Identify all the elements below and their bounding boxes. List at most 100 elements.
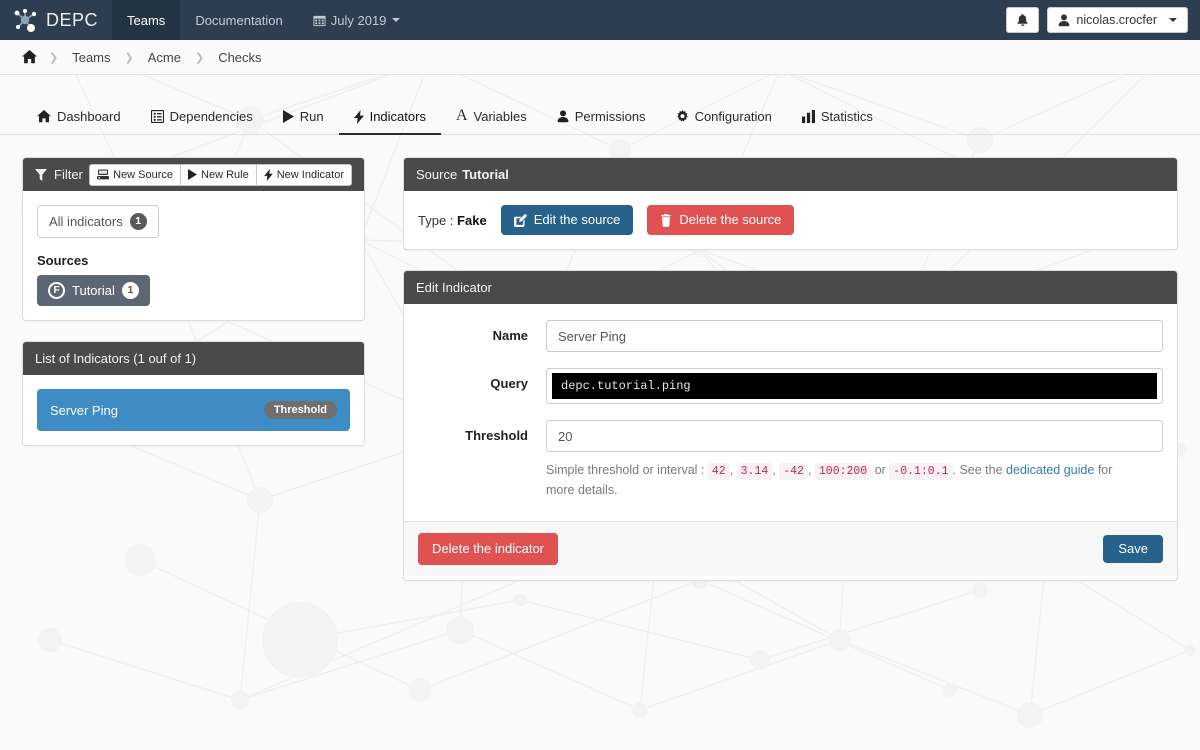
help-example-2: 3.14 (736, 463, 773, 481)
source-panel-header: Source Tutorial (404, 158, 1177, 191)
source-panel-body: Type : Fake Edit the source Delete the s… (404, 191, 1177, 249)
tab-dashboard-label: Dashboard (57, 109, 121, 124)
help-or: or (874, 463, 886, 478)
user-menu-button[interactable]: nicolas.crocfer (1047, 7, 1188, 33)
edit-source-label: Edit the source (533, 212, 621, 227)
source-filter-label: Tutorial (72, 283, 115, 298)
new-source-button[interactable]: New Source (90, 164, 182, 185)
tab-run-label: Run (299, 109, 324, 124)
play-icon (282, 110, 294, 123)
field-row-threshold: Threshold Simple threshold or interval :… (404, 420, 1177, 499)
dedicated-guide-link[interactable]: dedicated guide (1006, 463, 1094, 477)
tab-indicators-label: Indicators (369, 109, 426, 124)
tab-statistics-label: Statistics (820, 109, 873, 124)
source-filter-tutorial[interactable]: F Tutorial 1 (37, 275, 150, 306)
source-type-label: Type : (418, 212, 454, 228)
network-nodes-icon (14, 9, 37, 32)
filter-panel-header: Filter New Source New Rule New Indicator (23, 158, 364, 191)
brand-label: DEPC (46, 9, 99, 30)
home-icon (37, 110, 51, 123)
bolt-icon (263, 168, 273, 181)
query-code-line[interactable]: depc.tutorial.ping (552, 373, 1157, 400)
delete-source-button[interactable]: Delete the source (647, 205, 795, 236)
calendar-icon (313, 15, 326, 26)
fake-source-letter-icon: F (48, 282, 65, 299)
all-indicators-filter[interactable]: All indicators 1 (37, 205, 159, 238)
notifications-button[interactable] (1006, 7, 1040, 33)
sources-heading: Sources (37, 253, 89, 268)
save-button[interactable]: Save (1103, 535, 1163, 564)
right-column: Source Tutorial Type : Fake Edit the sou… (403, 157, 1178, 601)
bolt-icon (353, 109, 364, 124)
new-indicator-label: New Indicator (276, 168, 344, 181)
indicator-list-panel: List of Indicators (1 ouf of 1) Server P… (22, 341, 365, 446)
new-rule-button[interactable]: New Rule (181, 164, 257, 185)
top-navbar: DEPC Teams Documentation July 2019 nicol… (0, 0, 1200, 40)
source-panel: Source Tutorial Type : Fake Edit the sou… (403, 157, 1178, 251)
tab-permissions-label: Permissions (574, 109, 646, 124)
threshold-field-label: Threshold (465, 428, 528, 444)
indicator-list-body: Server Ping Threshold (23, 375, 364, 445)
filter-actions-group: New Source New Rule New Indicator (89, 163, 352, 186)
period-selector[interactable]: July 2019 (298, 0, 416, 40)
delete-indicator-button[interactable]: Delete the indicator (418, 533, 559, 566)
delete-source-label: Delete the source (679, 212, 782, 227)
play-icon (188, 169, 198, 180)
trash-icon (661, 213, 672, 227)
filter-panel-body: All indicators 1 Sources F Tutorial 1 (23, 191, 364, 320)
tab-dependencies-label: Dependencies (169, 109, 253, 124)
name-input[interactable] (546, 320, 1163, 353)
tab-variables-label: Variables (473, 108, 527, 124)
breadcrumb-separator: ❯ (194, 51, 205, 64)
chevron-down-icon (392, 18, 401, 22)
left-column: Filter New Source New Rule New Indicator… (22, 157, 365, 601)
user-icon (557, 110, 569, 123)
main-content: Filter New Source New Rule New Indicator… (0, 135, 1200, 601)
edit-source-button[interactable]: Edit the source (500, 205, 634, 236)
tab-statistics[interactable]: Statistics (787, 100, 888, 135)
breadcrumb-item-acme[interactable]: Acme (146, 50, 183, 65)
query-editor[interactable]: depc.tutorial.ping (546, 368, 1163, 405)
edit-indicator-title: Edit Indicator (416, 280, 492, 296)
query-field-label: Query (490, 376, 528, 392)
chevron-down-icon (1169, 18, 1177, 22)
tab-indicators[interactable]: Indicators (338, 100, 441, 135)
list-icon (150, 110, 164, 123)
source-panel-title-name: Tutorial (462, 167, 509, 182)
list-item[interactable]: Server Ping Threshold (37, 389, 350, 431)
indicator-item-label: Server Ping (50, 402, 118, 418)
field-row-query: Query depc.tutorial.ping (404, 368, 1177, 405)
tab-dependencies[interactable]: Dependencies (136, 100, 268, 135)
nav-link-teams-label: Teams (127, 12, 166, 28)
all-indicators-count: 1 (129, 213, 147, 230)
new-indicator-button[interactable]: New Indicator (256, 164, 351, 185)
edit-indicator-header: Edit Indicator (404, 271, 1177, 305)
home-icon (22, 50, 37, 64)
tab-configuration[interactable]: Configuration (661, 100, 787, 135)
breadcrumb-separator: ❯ (49, 51, 59, 64)
user-icon (1059, 13, 1070, 26)
source-panel-title-prefix: Source (416, 167, 458, 182)
tab-variables[interactable]: A Variables (441, 99, 542, 135)
new-source-label: New Source (113, 168, 174, 181)
nav-link-documentation[interactable]: Documentation (180, 0, 297, 40)
breadcrumb-item-teams[interactable]: Teams (70, 50, 112, 65)
tab-dashboard[interactable]: Dashboard (22, 100, 136, 135)
nav-link-documentation-label: Documentation (195, 12, 283, 28)
section-tabs: Dashboard Dependencies Run Indicators A (0, 99, 1200, 135)
user-menu-label: nicolas.crocfer (1076, 13, 1157, 27)
breadcrumb: ❯ Teams ❯ Acme ❯ Checks (0, 40, 1200, 75)
help-example-4: 100:200 (814, 463, 872, 481)
breadcrumb-item-checks[interactable]: Checks (216, 50, 263, 65)
brand-logo[interactable]: DEPC (0, 0, 112, 40)
tab-permissions[interactable]: Permissions (542, 100, 661, 135)
breadcrumb-home-link[interactable] (22, 50, 37, 64)
field-row-name: Name (404, 320, 1177, 353)
bar-chart-icon (801, 110, 815, 123)
nav-link-teams[interactable]: Teams (112, 0, 181, 40)
filter-icon (35, 168, 47, 181)
threshold-input[interactable] (546, 420, 1163, 453)
period-label: July 2019 (330, 12, 387, 28)
tab-run[interactable]: Run (268, 100, 339, 135)
filter-panel: Filter New Source New Rule New Indicator… (22, 157, 365, 321)
